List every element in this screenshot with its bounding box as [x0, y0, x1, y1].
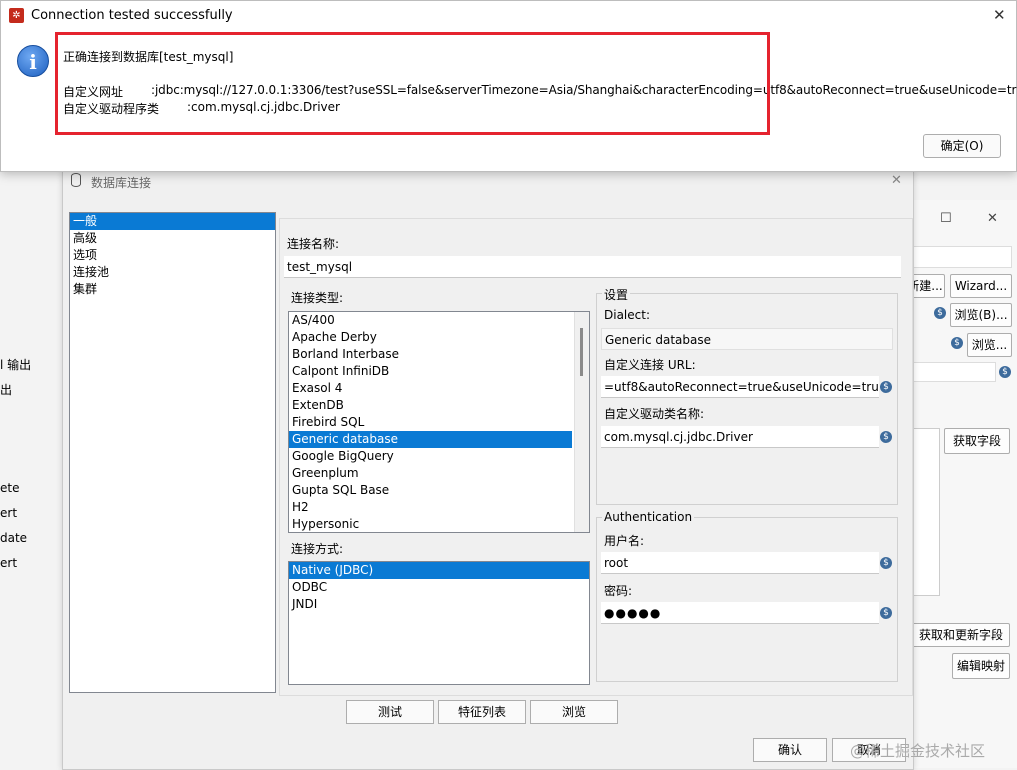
custom-url-field[interactable]: =utf8&autoReconnect=true&useUnicode=true [601, 376, 879, 398]
app-icon: ✲ [9, 8, 24, 23]
password-field[interactable]: ●●●●● [601, 602, 879, 624]
confirm-button[interactable]: 确认 [753, 738, 827, 762]
connection-type-item[interactable]: Gupta SQL Base [289, 482, 572, 499]
background-label: ert [0, 556, 18, 570]
connection-type-item[interactable]: Greenplum [289, 465, 572, 482]
connection-type-item[interactable]: ExtenDB [289, 397, 572, 414]
connection-type-item[interactable]: Google BigQuery [289, 448, 572, 465]
nav-item-advanced[interactable]: 高级 [70, 230, 275, 247]
dialect-label: Dialect: [604, 308, 650, 322]
connection-type-list[interactable]: AS/400 Apache Derby Borland Interbase Calpo… [288, 311, 590, 533]
browse-b-button[interactable]: 浏览(B)... [950, 303, 1012, 327]
connection-type-item[interactable]: Borland Interbase [289, 346, 572, 363]
variable-icon[interactable]: $ [880, 381, 892, 393]
username-label: 用户名: [604, 534, 645, 548]
features-button[interactable]: 特征列表 [438, 700, 526, 724]
close-icon[interactable]: ✕ [891, 173, 902, 188]
connection-type-item[interactable]: Generic database [289, 431, 572, 448]
message-title: Connection tested successfully [31, 8, 233, 23]
background-close-icon[interactable]: ✕ [987, 211, 998, 226]
password-label: 密码: [604, 584, 633, 598]
nav-item-options[interactable]: 选项 [70, 247, 275, 264]
connection-name-field[interactable]: test_mysql [284, 256, 901, 278]
connection-type-label: 连接类型: [291, 291, 344, 305]
info-icon: i [17, 45, 49, 77]
background-label: ert [0, 506, 18, 520]
maximize-icon[interactable]: ☐ [940, 211, 952, 226]
background-label: 出 [0, 383, 13, 397]
scrollbar-thumb[interactable] [580, 328, 583, 376]
access-item-jndi[interactable]: JNDI [289, 596, 589, 613]
nav-item-cluster[interactable]: 集群 [70, 281, 275, 298]
variable-icon[interactable]: $ [880, 431, 892, 443]
custom-driver-field[interactable]: com.mysql.cj.jdbc.Driver [601, 426, 879, 448]
scrollbar[interactable] [574, 312, 589, 532]
nav-item-general[interactable]: 一般 [70, 213, 275, 230]
test-button[interactable]: 测试 [346, 700, 434, 724]
settings-title: 设置 [602, 286, 631, 303]
custom-url-label: 自定义连接 URL: [604, 358, 696, 372]
get-fields-button[interactable]: 获取字段 [944, 428, 1010, 454]
connection-type-item[interactable]: AS/400 [289, 312, 572, 329]
connection-type-item[interactable]: Calpont InfiniDB [289, 363, 572, 380]
authentication-title: Authentication [602, 510, 695, 524]
variable-icon[interactable]: $ [880, 557, 892, 569]
connection-type-item[interactable]: Hypersonic [289, 516, 572, 532]
variable-icon[interactable]: $ [934, 307, 946, 319]
variable-icon[interactable]: $ [951, 337, 963, 349]
dialog-title: 数据库连接 [91, 176, 152, 190]
browse-button[interactable]: 浏览 [530, 700, 618, 724]
access-method-list[interactable]: Native (JDBC) ODBC JNDI [288, 561, 590, 685]
background-label: l 输出 [0, 358, 32, 372]
connection-type-item[interactable]: Apache Derby [289, 329, 572, 346]
username-field[interactable]: root [601, 552, 879, 574]
wizard-button[interactable]: Wizard... [950, 274, 1012, 298]
dialog-titlebar: 数据库连接 ✕ [63, 171, 913, 193]
custom-driver-label: 自定义驱动类名称: [604, 407, 705, 421]
variable-icon[interactable]: $ [999, 366, 1011, 378]
database-icon [71, 173, 81, 187]
ok-button[interactable]: 确定(O) [923, 134, 1001, 158]
background-label: date [0, 531, 28, 545]
connection-name-label: 连接名称: [287, 237, 340, 251]
background-field-2[interactable] [912, 362, 996, 382]
background-label: ete [0, 481, 20, 495]
access-method-label: 连接方式: [291, 542, 344, 556]
dialect-field[interactable]: Generic database [601, 328, 893, 350]
nav-item-pooling[interactable]: 连接池 [70, 264, 275, 281]
access-item-jdbc[interactable]: Native (JDBC) [289, 562, 589, 579]
settings-group [596, 293, 898, 505]
background-table [912, 428, 940, 596]
edit-mapping-button[interactable]: 编辑映射 [952, 653, 1010, 679]
highlight-box [55, 32, 770, 135]
connection-type-item[interactable]: Exasol 4 [289, 380, 572, 397]
database-connection-dialog: 数据库连接 ✕ 一般 高级 选项 连接池 集群 连接名称: test_mysql… [62, 170, 914, 770]
message-dialog: ✲ Connection tested successfully ✕ i 正确连… [0, 0, 1017, 172]
connection-type-item[interactable]: Firebird SQL [289, 414, 572, 431]
variable-icon[interactable]: $ [880, 607, 892, 619]
browse-button-2[interactable]: 浏览... [967, 333, 1012, 357]
get-update-fields-button[interactable]: 获取和更新字段 [912, 623, 1010, 647]
close-icon[interactable]: ✕ [993, 6, 1006, 24]
nav-list: 一般 高级 选项 连接池 集群 [69, 212, 276, 693]
watermark: @稀土掘金技术社区 [850, 742, 986, 760]
connection-type-item[interactable]: H2 [289, 499, 572, 516]
access-item-odbc[interactable]: ODBC [289, 579, 589, 596]
background-field-1[interactable] [912, 246, 1012, 268]
